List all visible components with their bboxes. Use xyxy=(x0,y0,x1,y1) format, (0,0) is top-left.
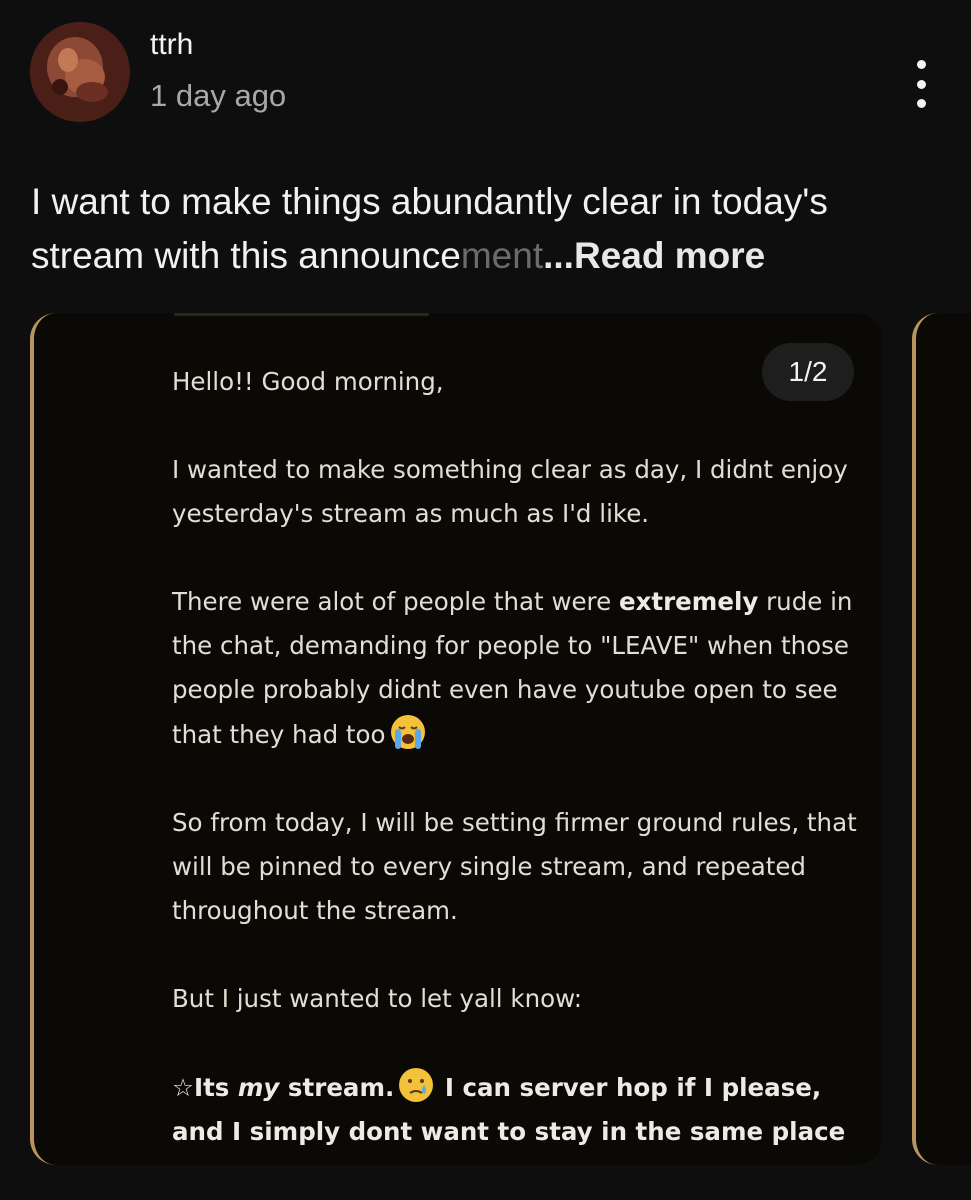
card-text: There were alot of people that were xyxy=(172,587,619,616)
card-text: stream. xyxy=(279,1073,395,1102)
post-timestamp: 1 day ago xyxy=(150,78,287,113)
card-text-bold: extremely xyxy=(618,587,759,616)
card-paragraph: But I just wanted to let yall know: xyxy=(172,984,583,1013)
card-paragraph: So from today, I will be setting firmer … xyxy=(172,808,857,925)
author-name[interactable]: ttrh xyxy=(150,28,193,62)
avatar[interactable] xyxy=(30,22,130,122)
next-image-card[interactable] xyxy=(912,313,971,1165)
image-card[interactable]: 1/2 Hello!! Good morning, I wanted to ma… xyxy=(30,313,882,1165)
loudly-crying-face-icon xyxy=(390,715,425,749)
card-paragraph: ☆Its my stream. I can server hop if I pl… xyxy=(172,1065,872,1154)
avatar-image xyxy=(30,22,130,122)
post-text: I want to make things abundantly clear i… xyxy=(31,175,931,283)
card-top-divider xyxy=(174,313,429,316)
card-paragraph: There were alot of people that were extr… xyxy=(172,580,872,757)
sad-tear-face-icon xyxy=(399,1068,434,1102)
card-text-emphasis: my xyxy=(237,1073,280,1102)
card-paragraph: I wanted to make something clear as day,… xyxy=(172,455,848,528)
read-more-link[interactable]: ...Read more xyxy=(543,235,765,276)
card-paragraph: Hello!! Good morning, xyxy=(172,367,444,396)
post-text-fade: ment xyxy=(460,235,544,276)
card-message: Hello!! Good morning, I wanted to make s… xyxy=(172,360,872,1165)
card-text: ☆Its xyxy=(172,1073,238,1102)
kebab-menu-icon[interactable] xyxy=(906,60,936,108)
